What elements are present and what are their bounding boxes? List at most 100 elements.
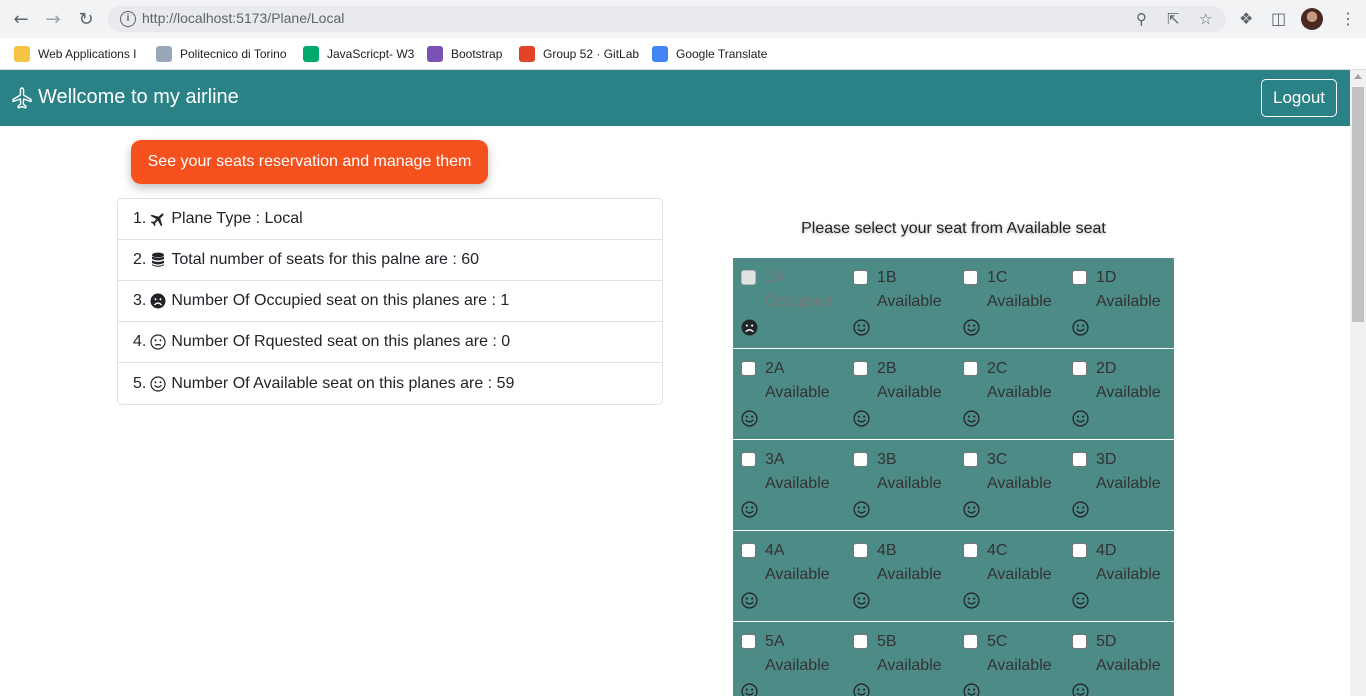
- seat-2b[interactable]: 2B Available: [845, 349, 953, 439]
- seat-checkbox[interactable]: [741, 361, 756, 376]
- airplane-icon: [12, 86, 32, 108]
- seat-1c[interactable]: 1C Available: [955, 258, 1063, 348]
- bookmark-item[interactable]: Bootstrap: [427, 44, 502, 64]
- seat-5b[interactable]: 5B Available: [845, 622, 953, 696]
- url-text[interactable]: http://localhost:5173/Plane/Local: [142, 10, 344, 26]
- address-bar[interactable]: i http://localhost:5173/Plane/Local ⚲ ⇱ …: [108, 6, 1226, 32]
- seat-checkbox[interactable]: [1072, 543, 1087, 558]
- share-icon[interactable]: ⇱: [1167, 10, 1180, 28]
- side-panel-icon[interactable]: ◫: [1271, 9, 1286, 28]
- seat-checkbox[interactable]: [853, 270, 868, 285]
- smile-icon: [963, 410, 980, 427]
- manage-reservations-button[interactable]: See your seats reservation and manage th…: [131, 140, 488, 184]
- polito-icon: [156, 46, 172, 62]
- info-item-text: Number Of Occupied seat on this planes a…: [171, 292, 510, 309]
- navbar: Wellcome to my airline Logout: [0, 70, 1350, 126]
- smile-icon: [741, 410, 758, 427]
- scroll-thumb[interactable]: [1352, 87, 1364, 322]
- seat-status: Available: [765, 384, 830, 401]
- seat-checkbox[interactable]: [1072, 452, 1087, 467]
- seat-checkbox: [741, 270, 756, 285]
- smile-icon: [150, 375, 166, 392]
- seat-checkbox[interactable]: [741, 452, 756, 467]
- seat-label: 3B: [877, 451, 897, 468]
- scroll-up-icon[interactable]: [1354, 74, 1362, 79]
- seat-checkbox[interactable]: [963, 361, 978, 376]
- seat-1b[interactable]: 1B Available: [845, 258, 953, 348]
- smile-icon: [1072, 319, 1089, 336]
- seat-checkbox[interactable]: [963, 270, 978, 285]
- seat-status: Available: [1096, 384, 1161, 401]
- seat-label: 5D: [1096, 633, 1117, 650]
- seat-3b[interactable]: 3B Available: [845, 440, 953, 530]
- seat-1d[interactable]: 1D Available: [1064, 258, 1172, 348]
- seat-checkbox[interactable]: [853, 543, 868, 558]
- smile-icon: [853, 683, 870, 696]
- seat-3c[interactable]: 3C Available: [955, 440, 1063, 530]
- seat-checkbox[interactable]: [963, 452, 978, 467]
- seat-4c[interactable]: 4C Available: [955, 531, 1063, 621]
- seat-checkbox[interactable]: [853, 361, 868, 376]
- seat-status: Available: [1096, 566, 1161, 583]
- plane-icon: [150, 211, 166, 227]
- translate-icon: [652, 46, 668, 62]
- seat-status: Available: [765, 657, 830, 674]
- password-key-icon[interactable]: ⚲: [1136, 10, 1147, 28]
- seat-4d[interactable]: 4D Available: [1064, 531, 1172, 621]
- info-item-text: Plane Type : Local: [171, 210, 303, 227]
- seat-2c[interactable]: 2C Available: [955, 349, 1063, 439]
- extensions-icon[interactable]: ❖: [1239, 9, 1253, 28]
- navbar-brand[interactable]: Wellcome to my airline: [12, 86, 239, 109]
- seat-checkbox[interactable]: [853, 634, 868, 649]
- forward-icon[interactable]: →: [42, 8, 64, 30]
- info-item-text: Number Of Rquested seat on this planes a…: [171, 333, 511, 350]
- seat-label: 3A: [765, 451, 785, 468]
- menu-kebab-icon[interactable]: ⋮: [1340, 9, 1356, 28]
- seat-row: 1A Occupied 1B Available 1C Available 1D Availa…: [733, 258, 1174, 349]
- logout-button[interactable]: Logout: [1261, 79, 1337, 117]
- bookmark-item[interactable]: JavaScricpt- W3: [303, 44, 414, 64]
- seat-checkbox[interactable]: [963, 634, 978, 649]
- seat-status: Available: [765, 566, 830, 583]
- bookmark-item[interactable]: Google Translate: [652, 44, 767, 64]
- seat-label: 1A: [765, 269, 785, 286]
- seat-2d[interactable]: 2D Available: [1064, 349, 1172, 439]
- seat-label: 1D: [1096, 269, 1117, 286]
- seat-5d[interactable]: 5D Available: [1064, 622, 1172, 696]
- back-icon[interactable]: ←: [10, 8, 32, 30]
- seat-label: 4C: [987, 542, 1008, 559]
- seat-checkbox[interactable]: [741, 634, 756, 649]
- seat-5a[interactable]: 5A Available: [733, 622, 841, 696]
- smile-icon: [741, 683, 758, 696]
- seat-status: Available: [877, 475, 942, 492]
- seat-5c[interactable]: 5C Available: [955, 622, 1063, 696]
- bookmark-label: Bootstrap: [451, 47, 503, 61]
- seat-4b[interactable]: 4B Available: [845, 531, 953, 621]
- seat-checkbox[interactable]: [963, 543, 978, 558]
- smile-icon: [1072, 592, 1089, 609]
- smile-icon: [741, 592, 758, 609]
- seat-3d[interactable]: 3D Available: [1064, 440, 1172, 530]
- page-scrollbar[interactable]: [1350, 70, 1366, 696]
- seat-checkbox[interactable]: [853, 452, 868, 467]
- profile-avatar[interactable]: [1301, 8, 1323, 30]
- seat-4a[interactable]: 4A Available: [733, 531, 841, 621]
- info-item-number: 1.: [133, 210, 147, 227]
- seat-checkbox[interactable]: [741, 543, 756, 558]
- bookmark-item[interactable]: Web Applications I: [14, 44, 137, 64]
- seat-2a[interactable]: 2A Available: [733, 349, 841, 439]
- seat-3a[interactable]: 3A Available: [733, 440, 841, 530]
- w3-icon: [303, 46, 319, 62]
- seat-checkbox[interactable]: [1072, 270, 1087, 285]
- seat-grid: 1A Occupied 1B Available 1C Available 1D Availa…: [733, 258, 1174, 696]
- seat-label: 2C: [987, 360, 1008, 377]
- bookmark-item[interactable]: Group 52 · GitLab: [519, 44, 639, 64]
- seat-checkbox[interactable]: [1072, 634, 1087, 649]
- bookmark-item[interactable]: Politecnico di Torino: [156, 44, 287, 64]
- reload-icon[interactable]: ↻: [75, 8, 97, 30]
- seat-checkbox[interactable]: [1072, 361, 1087, 376]
- site-info-icon[interactable]: i: [120, 11, 136, 27]
- seat-status: Available: [877, 657, 942, 674]
- smile-icon: [853, 319, 870, 336]
- bookmark-star-icon[interactable]: ☆: [1199, 10, 1212, 28]
